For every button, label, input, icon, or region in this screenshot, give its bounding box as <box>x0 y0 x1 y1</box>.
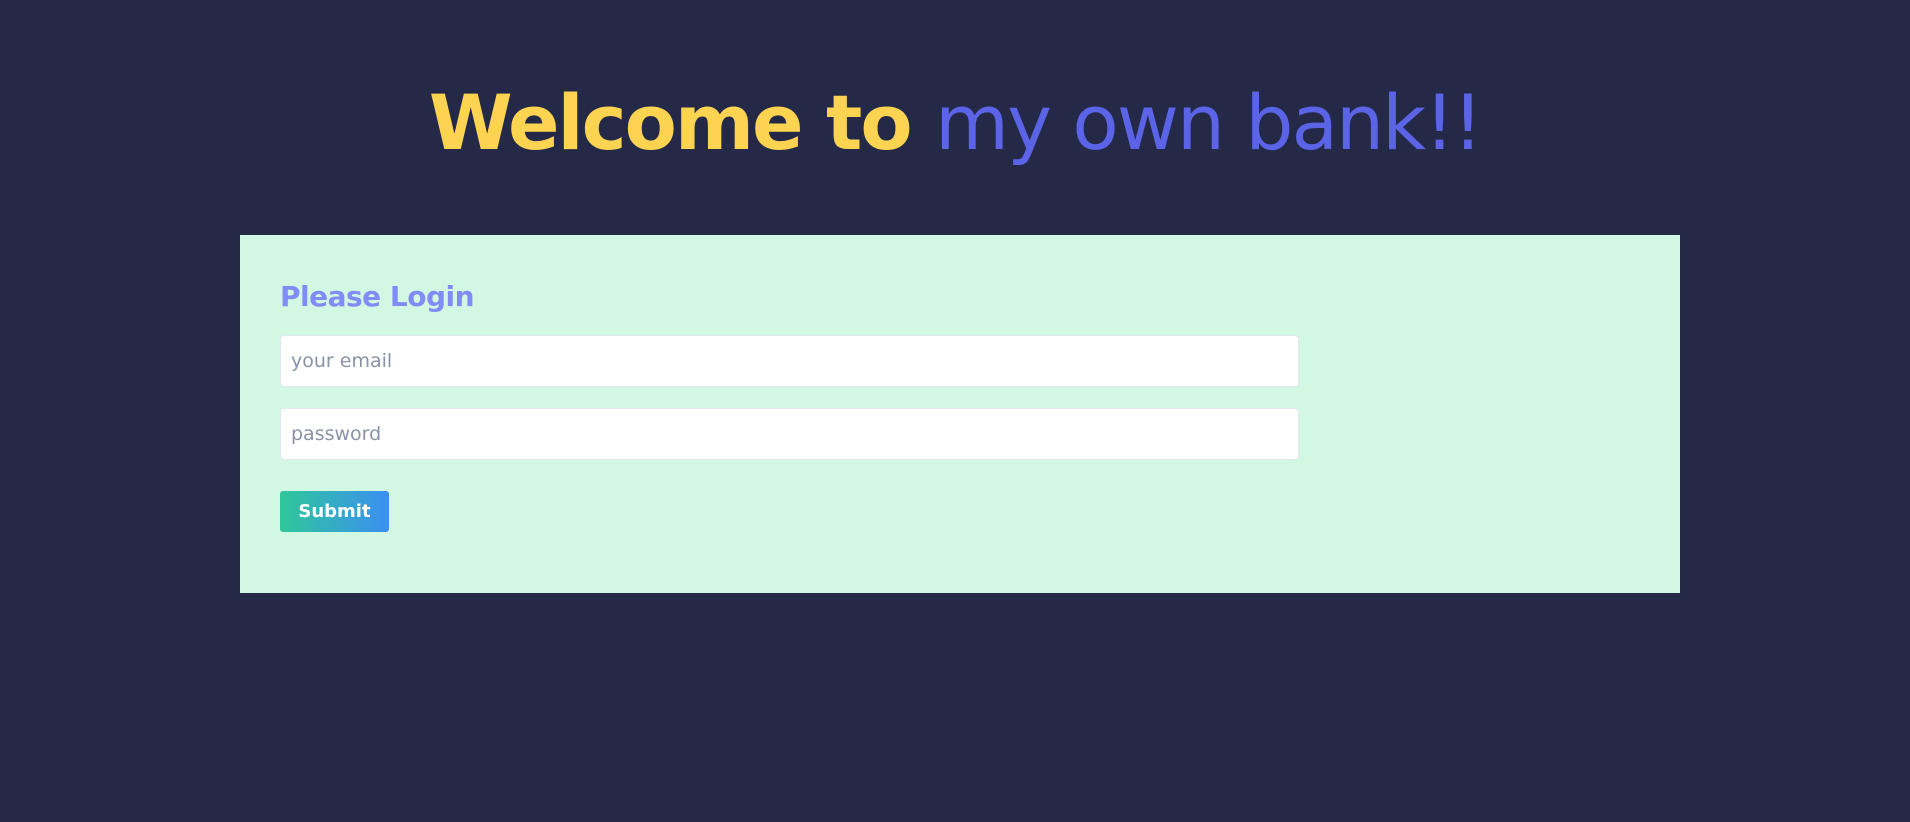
password-input[interactable] <box>280 408 1299 460</box>
page-title-lead: Welcome to <box>428 78 913 167</box>
login-heading: Please Login <box>280 280 475 313</box>
page-title-tail: my own bank!! <box>935 78 1483 167</box>
page-title: Welcome to my own bank!! <box>0 78 1910 168</box>
email-input[interactable] <box>280 335 1299 387</box>
login-panel: Please Login Submit <box>240 235 1680 593</box>
submit-button[interactable]: Submit <box>280 491 389 532</box>
